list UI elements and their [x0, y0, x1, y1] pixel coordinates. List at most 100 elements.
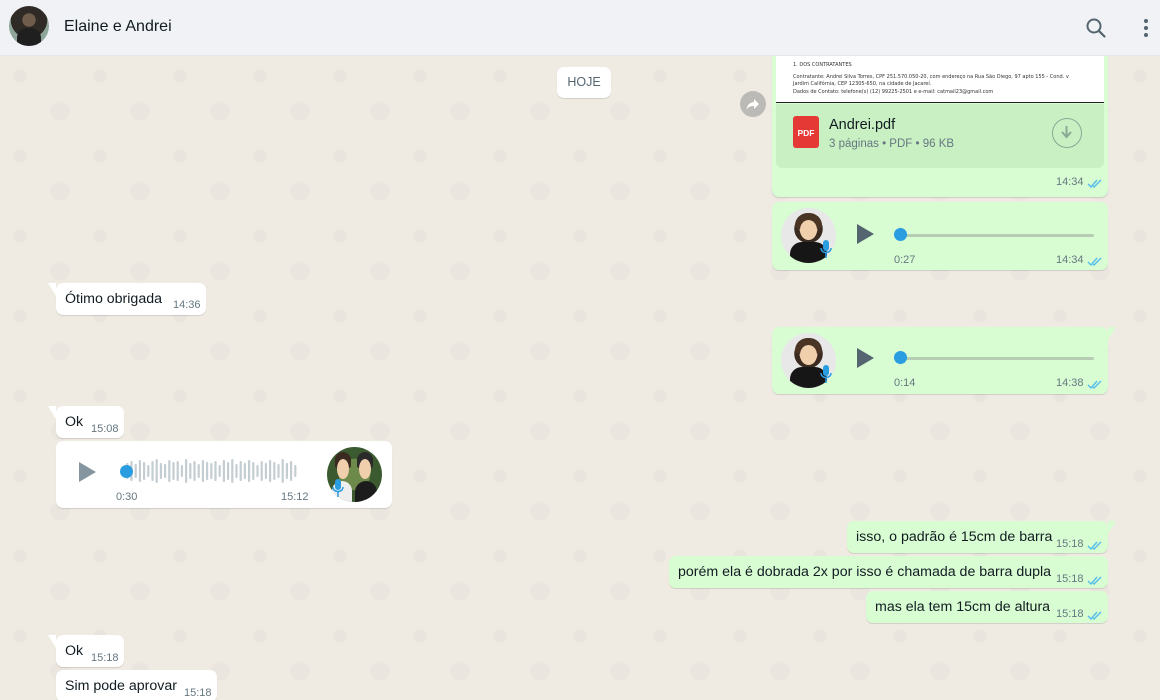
- mic-icon: [332, 479, 344, 497]
- waveform-bar: [185, 459, 188, 483]
- play-icon[interactable]: [854, 223, 876, 245]
- document-preview[interactable]: 1. DOS CONTRATANTES Contratante: Andrei …: [776, 56, 1104, 103]
- waveform-bar: [273, 462, 276, 480]
- message-time: 15:18: [1056, 608, 1084, 620]
- voice-message[interactable]: 0:30 15:12: [56, 441, 392, 508]
- document-preview-line: Contratante: Andrei Silva Torres, CPF 25…: [793, 74, 1069, 80]
- waveform-bar: [256, 465, 259, 477]
- search-icon[interactable]: [1084, 16, 1108, 40]
- forward-icon[interactable]: [740, 91, 766, 117]
- outgoing-message[interactable]: isso, o padrão é 15cm de barra 15:18: [847, 521, 1116, 553]
- outgoing-message[interactable]: mas ela tem 15cm de altura 15:18: [866, 591, 1108, 623]
- pdf-icon: PDF: [793, 116, 819, 148]
- waveform-bar: [176, 461, 179, 481]
- message-time: 15:18: [91, 652, 119, 664]
- message-text: isso, o padrão é 15cm de barra: [856, 529, 1053, 545]
- contact-name[interactable]: Elaine e Andrei: [64, 18, 172, 36]
- waveform-bar: [143, 462, 146, 480]
- waveform-bar: [159, 463, 162, 479]
- message-time: 15:18: [1056, 538, 1084, 550]
- waveform-bar: [243, 463, 246, 479]
- waveform-bar: [260, 461, 263, 481]
- message-text: Ótimo obrigada: [65, 291, 162, 307]
- chat-header: Elaine e Andrei: [0, 0, 1160, 56]
- message-time: 15:18: [184, 687, 212, 699]
- double-check-icon: [1087, 257, 1102, 267]
- incoming-message[interactable]: Sim pode aprovar 15:18: [56, 670, 217, 700]
- waveform-bar: [294, 465, 297, 477]
- message-time: 14:38: [1056, 377, 1084, 389]
- waveform-bar: [189, 463, 192, 479]
- voice-message[interactable]: 0:14 14:38: [772, 327, 1116, 394]
- play-icon[interactable]: [854, 347, 876, 369]
- audio-duration: 0:14: [894, 377, 916, 389]
- waveform-bar: [180, 465, 183, 477]
- voice-message[interactable]: 0:27 14:34: [772, 202, 1108, 270]
- waveform-bar: [151, 461, 154, 481]
- date-chip: HOJE: [557, 67, 611, 98]
- mic-icon: [820, 365, 832, 383]
- waveform-bar: [134, 464, 137, 478]
- waveform-bar: [227, 462, 230, 480]
- waveform-bar: [210, 463, 213, 479]
- play-icon[interactable]: [76, 461, 98, 483]
- waveform-bar: [264, 463, 267, 479]
- waveform-bar: [172, 462, 175, 480]
- audio-waveform[interactable]: [120, 459, 302, 483]
- waveform-bar: [206, 462, 209, 480]
- waveform-bar: [147, 465, 150, 477]
- message-time: 14:34: [1056, 176, 1084, 188]
- double-check-icon: [1087, 179, 1102, 189]
- waveform-bar: [218, 465, 221, 477]
- waveform-bar: [239, 461, 242, 481]
- audio-progress-track[interactable]: [900, 234, 1094, 237]
- audio-duration: 0:27: [894, 254, 916, 266]
- message-time: 15:18: [1056, 573, 1084, 585]
- incoming-message[interactable]: Ok 15:08: [48, 406, 124, 438]
- download-icon[interactable]: [1052, 118, 1082, 148]
- audio-progress-handle[interactable]: [120, 465, 133, 478]
- incoming-message[interactable]: Ok 15:18: [48, 635, 124, 667]
- waveform-bar: [285, 463, 288, 479]
- waveform-bar: [281, 459, 284, 483]
- message-time: 14:34: [1056, 254, 1084, 266]
- waveform-bar: [231, 459, 234, 483]
- document-card[interactable]: PDF Andrei.pdf 3 páginas • PDF • 96 KB: [776, 104, 1104, 168]
- message-text: Ok: [65, 414, 84, 430]
- waveform-bar: [201, 460, 204, 482]
- message-text: Ok: [65, 643, 84, 659]
- waveform-bar: [214, 461, 217, 481]
- menu-icon[interactable]: [1136, 16, 1156, 40]
- mic-icon: [820, 240, 832, 258]
- message-text: mas ela tem 15cm de altura: [875, 599, 1051, 615]
- chat-panel[interactable]: HOJE 1. DOS CONTRATANTES Contratante: An…: [0, 56, 1160, 700]
- waveform-bar: [277, 464, 280, 478]
- document-file-name: Andrei.pdf: [829, 117, 896, 133]
- waveform-bar: [168, 460, 171, 482]
- message-text: Sim pode aprovar: [65, 678, 177, 694]
- audio-progress-track[interactable]: [900, 357, 1094, 360]
- document-preview-line: 1. DOS CONTRATANTES: [793, 62, 852, 68]
- audio-progress-handle[interactable]: [894, 228, 907, 241]
- waveform-bar: [222, 460, 225, 482]
- waveform-bar: [164, 464, 167, 478]
- waveform-bar: [193, 461, 196, 481]
- double-check-icon: [1087, 576, 1102, 586]
- waveform-bar: [290, 461, 293, 481]
- message-text: porém ela é dobrada 2x por isso é chamad…: [678, 564, 1052, 580]
- waveform-bar: [269, 460, 272, 482]
- message-time: 15:08: [91, 423, 119, 435]
- document-file-meta: 3 páginas • PDF • 96 KB: [829, 138, 955, 150]
- waveform-bar: [155, 459, 158, 483]
- document-message[interactable]: 1. DOS CONTRATANTES Contratante: Andrei …: [772, 56, 1108, 197]
- incoming-message[interactable]: Ótimo obrigada 14:36: [48, 283, 206, 315]
- document-preview-line: Jardim Califórnia, CEP 12305-650, na cid…: [793, 81, 932, 87]
- document-preview-line: Dados de Contato: telefone(s) (12) 99225…: [793, 89, 994, 95]
- contact-avatar[interactable]: [9, 6, 49, 46]
- waveform-bar: [197, 464, 200, 478]
- double-check-icon: [1087, 541, 1102, 551]
- audio-progress-handle[interactable]: [894, 351, 907, 364]
- audio-duration: 0:30: [116, 491, 138, 503]
- outgoing-message[interactable]: porém ela é dobrada 2x por isso é chamad…: [669, 556, 1108, 588]
- waveform-bar: [138, 460, 141, 482]
